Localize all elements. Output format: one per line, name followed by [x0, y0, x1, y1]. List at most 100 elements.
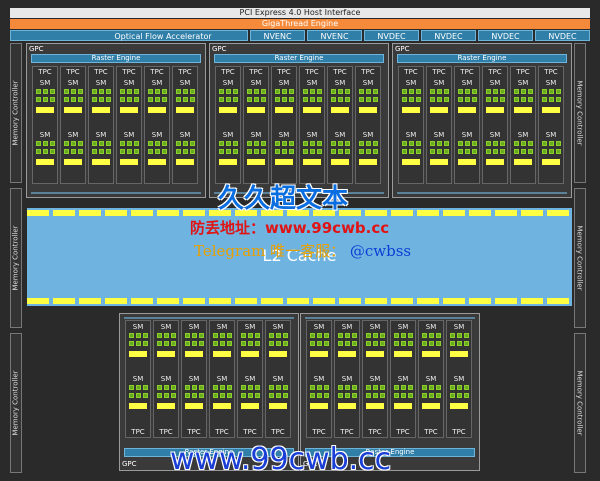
cuda-core [422, 333, 427, 338]
cuda-core [464, 341, 469, 346]
cuda-core [248, 333, 253, 338]
cuda-core [289, 89, 294, 94]
sm-cache [402, 107, 420, 113]
cuda-core [324, 385, 329, 390]
cuda-core [213, 385, 218, 390]
cuda-core [366, 97, 371, 102]
cuda-core [444, 149, 449, 154]
gpc-separator [397, 192, 567, 194]
sm-label: SM [151, 79, 163, 87]
cuda-core [199, 333, 204, 338]
sm-cache [366, 351, 384, 357]
sm-cache [129, 403, 147, 409]
tpc: TPC SM SM [271, 66, 297, 184]
sm-label: SM [306, 79, 318, 87]
sm-label: SM [222, 79, 234, 87]
cuda-core [521, 89, 526, 94]
tpc: TPC SM SM [327, 66, 353, 184]
cuda-core [289, 141, 294, 146]
cuda-core [190, 141, 195, 146]
sm-label: SM [188, 323, 200, 331]
cuda-core [521, 141, 526, 146]
sm-label: SM [67, 131, 79, 139]
sm-label: SM [95, 131, 107, 139]
sm-label: SM [67, 79, 79, 87]
cuda-core [157, 393, 162, 398]
sm-cache [303, 159, 321, 165]
tpc-label: TPC [333, 68, 347, 76]
cuda-core [450, 385, 455, 390]
cuda-core [261, 97, 266, 102]
cuda-core [310, 89, 315, 94]
cuda-core [248, 393, 253, 398]
sm-label: SM [39, 131, 51, 139]
cuda-core [310, 97, 315, 102]
memory-controller-label: Memory Controller [576, 225, 585, 291]
tpc-label: TPC [516, 68, 530, 76]
cuda-core [542, 97, 547, 102]
cuda-core [261, 89, 266, 94]
cuda-core [241, 341, 246, 346]
tpc: TPC SM SM [418, 320, 444, 438]
codec-nvdec-2: NVDEC [421, 30, 476, 41]
sm-label: SM [272, 375, 284, 383]
sm-cache [430, 159, 448, 165]
cuda-core [444, 97, 449, 102]
cuda-core [183, 89, 188, 94]
sm-cache [450, 351, 468, 357]
cuda-core [458, 141, 463, 146]
tpc: TPC SM SM [299, 66, 325, 184]
cuda-core [213, 393, 218, 398]
cuda-core [338, 149, 343, 154]
sm-cache [64, 159, 82, 165]
l2-slice-row [27, 298, 572, 304]
cuda-core [127, 97, 132, 102]
sm-cache [422, 351, 440, 357]
cuda-core [338, 341, 343, 346]
cuda-core [472, 89, 477, 94]
cuda-core [219, 89, 224, 94]
tpc-label: TPC [340, 428, 354, 436]
cuda-core [136, 393, 141, 398]
cuda-core [185, 341, 190, 346]
cuda-core [241, 333, 246, 338]
cuda-core [255, 385, 260, 390]
sm-cache [247, 107, 265, 113]
sm-cache [213, 403, 231, 409]
tpc: TPC SM SM [88, 66, 114, 184]
tpc: TPC SM SM [426, 66, 452, 184]
sm-cache [338, 403, 356, 409]
cuda-core [78, 97, 83, 102]
cuda-core [213, 341, 218, 346]
cuda-core [345, 341, 350, 346]
cuda-core [542, 149, 547, 154]
sm-label: SM [123, 79, 135, 87]
cuda-core [233, 97, 238, 102]
cuda-core [283, 333, 288, 338]
sm-cache [458, 107, 476, 113]
sm-cache [120, 159, 138, 165]
cuda-core [254, 89, 259, 94]
cuda-core [219, 97, 224, 102]
sm-label: SM [313, 323, 325, 331]
sm-cache [64, 107, 82, 113]
cuda-core [450, 333, 455, 338]
sm-label: SM [341, 375, 353, 383]
cuda-core [429, 333, 434, 338]
pcie-host-interface: PCI Express 4.0 Host Interface [10, 8, 590, 18]
sm-label: SM [517, 131, 529, 139]
cuda-core [64, 149, 69, 154]
sm-label: SM [405, 131, 417, 139]
cuda-core [190, 149, 195, 154]
tpc: TPC SM SM [60, 66, 86, 184]
cuda-core [199, 341, 204, 346]
tpc-label: TPC [178, 68, 192, 76]
cuda-core [127, 141, 132, 146]
raster-engine: Raster Engine [31, 54, 201, 63]
cuda-core [255, 393, 260, 398]
sm-cache [458, 159, 476, 165]
cuda-core [275, 149, 280, 154]
cuda-core [373, 341, 378, 346]
cuda-core [129, 385, 134, 390]
cuda-core [352, 393, 357, 398]
